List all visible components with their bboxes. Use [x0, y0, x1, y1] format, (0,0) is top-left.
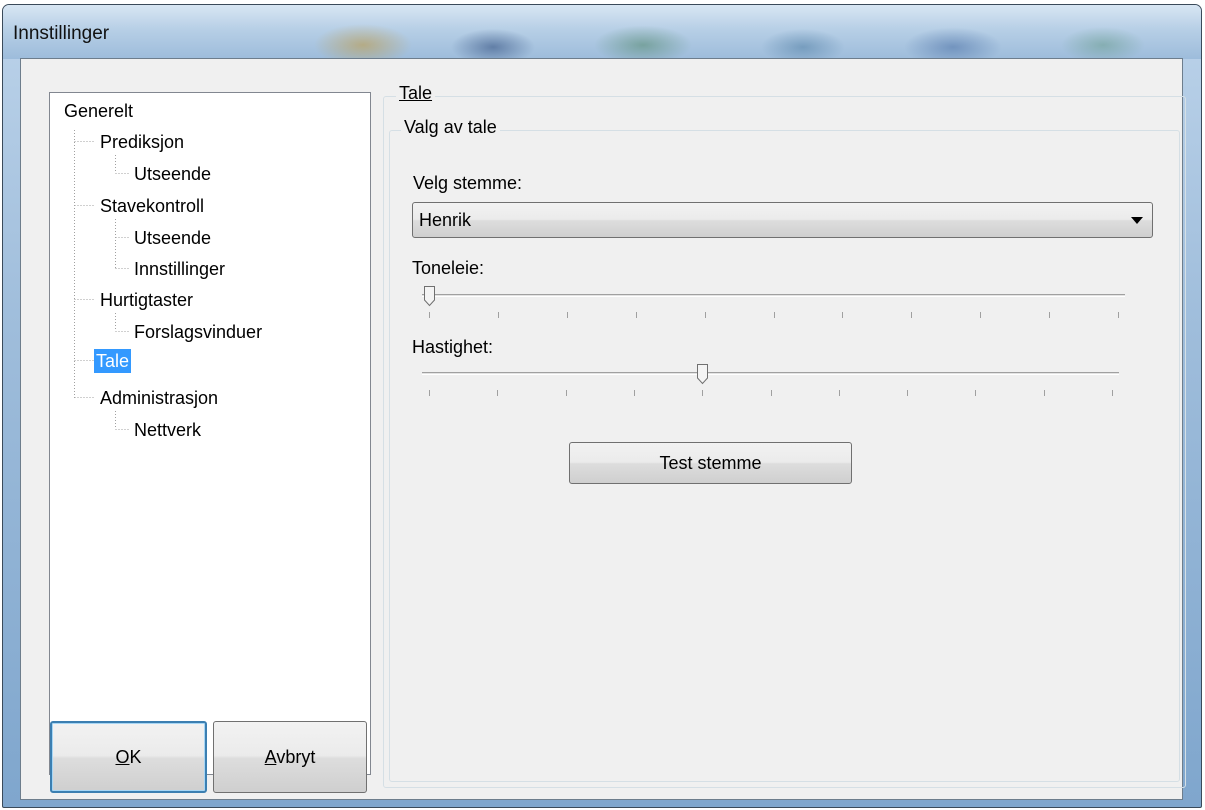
window-title: Innstillinger: [13, 23, 110, 44]
slider-tick: [839, 390, 840, 396]
tree-node-hurtigtaster[interactable]: Hurtigtaster: [98, 288, 195, 312]
voice-select-value: Henrik: [419, 210, 472, 230]
tree-node-tale[interactable]: Tale: [94, 349, 132, 373]
slider-tick: [975, 390, 976, 396]
slider-tick: [911, 312, 912, 318]
chevron-down-icon[interactable]: [1131, 217, 1143, 224]
tale-group-title: Tale: [396, 83, 436, 104]
slider-tick: [566, 390, 567, 396]
settings-tree[interactable]: Generelt Prediksjon Utseende Stavekontro…: [49, 92, 371, 775]
tree-node-stavekontroll-utseende[interactable]: Utseende: [132, 226, 213, 250]
speed-slider[interactable]: [422, 363, 1119, 397]
slider-tick: [705, 312, 706, 318]
cancel-button[interactable]: Avbryt: [213, 721, 367, 793]
pitch-label: Toneleie:: [412, 258, 485, 278]
ok-button-label: OK: [115, 746, 142, 767]
slider-tick: [634, 390, 635, 396]
slider-tick: [636, 312, 637, 318]
cancel-button-label: Avbryt: [264, 746, 316, 767]
slider-tick: [980, 312, 981, 318]
slider-tick: [567, 312, 568, 318]
test-voice-button[interactable]: Test stemme: [569, 442, 852, 484]
slider-thumb[interactable]: [696, 363, 709, 385]
slider-tick: [1118, 312, 1119, 318]
slider-tick: [1112, 390, 1113, 396]
slider-thumb[interactable]: [423, 285, 436, 307]
tree-node-stavekontroll[interactable]: Stavekontroll: [98, 194, 206, 218]
slider-tick: [774, 312, 775, 318]
test-voice-button-label: Test stemme: [659, 452, 762, 473]
slider-tick: [1049, 312, 1050, 318]
voice-select[interactable]: Henrik: [412, 202, 1153, 238]
ok-button[interactable]: OK: [50, 721, 207, 793]
speed-label: Hastighet:: [412, 337, 494, 357]
tree-node-generelt[interactable]: Generelt: [62, 99, 135, 123]
slider-tick: [429, 390, 430, 396]
slider-tick: [497, 390, 498, 396]
title-bar[interactable]: Innstillinger: [3, 5, 1201, 59]
tree-node-forslagsvinduer[interactable]: Forslagsvinduer: [132, 320, 264, 344]
tree-node-administrasjon[interactable]: Administrasjon: [98, 386, 220, 410]
tree-node-nettverk[interactable]: Nettverk: [132, 418, 203, 442]
slider-track[interactable]: [422, 372, 1119, 375]
slider-track[interactable]: [422, 294, 1125, 297]
tree-node-prediksjon-utseende[interactable]: Utseende: [132, 162, 213, 186]
tree-node-prediksjon[interactable]: Prediksjon: [98, 130, 186, 154]
tree-node-stavekontroll-innstillinger[interactable]: Innstillinger: [132, 257, 227, 281]
voice-label: Velg stemme:: [413, 173, 523, 193]
settings-window: Innstillinger Generelt Prediksjon Utseen…: [2, 4, 1202, 808]
pitch-slider[interactable]: [422, 285, 1125, 319]
slider-tick: [771, 390, 772, 396]
dialog-client-area: Generelt Prediksjon Utseende Stavekontro…: [20, 58, 1186, 800]
slider-tick: [498, 312, 499, 318]
slider-tick: [907, 390, 908, 396]
voice-choice-group-title: Valg av tale: [401, 117, 500, 138]
slider-tick: [1044, 390, 1045, 396]
slider-tick: [842, 312, 843, 318]
slider-tick: [429, 312, 430, 318]
slider-tick: [702, 390, 703, 396]
